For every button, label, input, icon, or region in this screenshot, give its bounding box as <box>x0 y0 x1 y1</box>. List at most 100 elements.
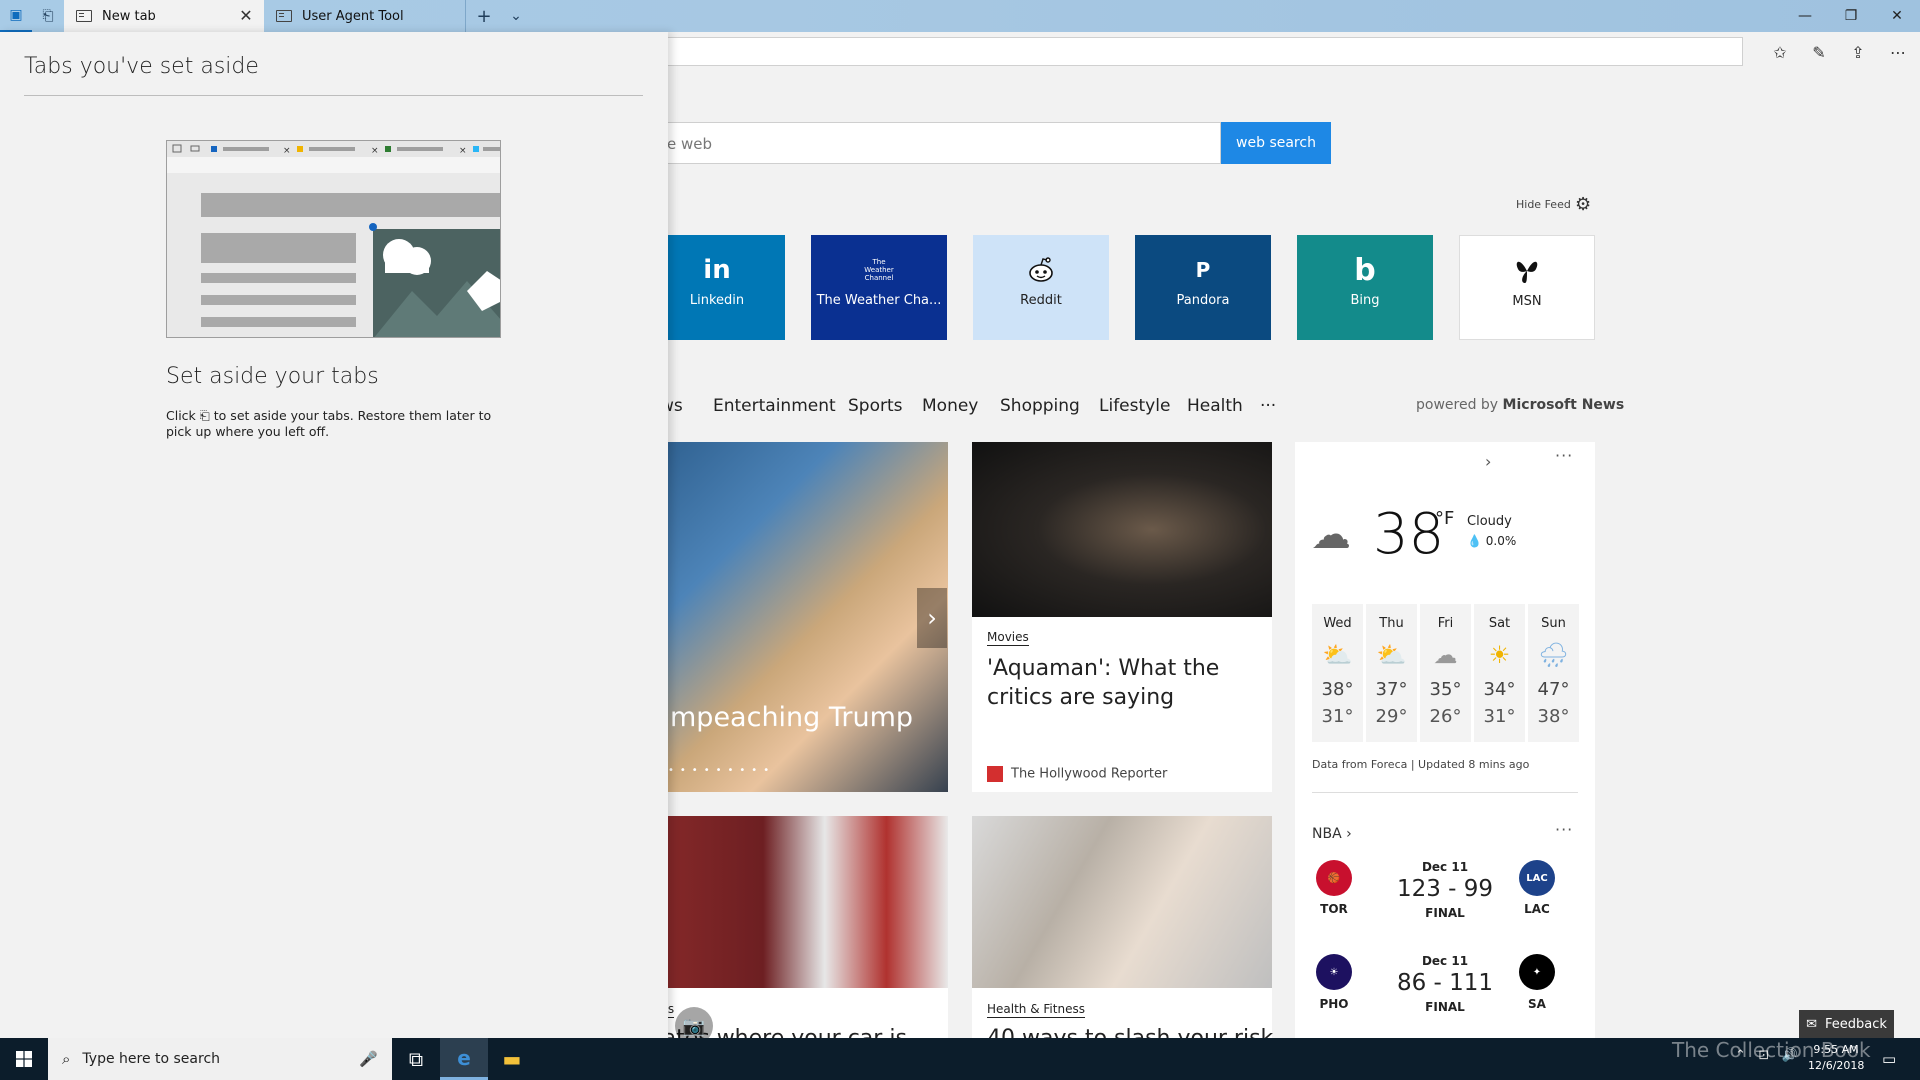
tab-user-agent-tool[interactable]: User Agent Tool <box>264 0 464 32</box>
gear-icon[interactable]: ⚙ <box>1575 194 1591 215</box>
precipitation: 💧 0.0% <box>1467 534 1516 548</box>
day-low: 26° <box>1429 706 1462 727</box>
current-temperature: 38 <box>1373 502 1445 567</box>
day-high: 35° <box>1429 679 1462 700</box>
partly-sunny-icon: ⛅ <box>1322 641 1353 669</box>
set-aside-tabs-icon[interactable]: ⎗ <box>32 0 64 32</box>
hero-carousel[interactable] <box>640 442 948 792</box>
more-options-icon[interactable]: ⋯ <box>1880 36 1916 68</box>
weather-widget: › ··· ☁ 38 °F Cloudy 💧 0.0% Wed ⛅ 38° 31… <box>1295 442 1595 1038</box>
category-health[interactable]: Health <box>1187 396 1243 416</box>
article-card-health[interactable]: Health & Fitness 40 ways to slash your r… <box>972 816 1273 1038</box>
search-placeholder: Type here to search <box>82 1051 221 1067</box>
forecast-day[interactable]: Sat ☀ 34° 31° <box>1474 604 1525 742</box>
svg-text:×: × <box>283 146 291 156</box>
weather-channel-icon: The Weather Channel <box>864 258 894 282</box>
team-abbr: PHO <box>1319 997 1349 1011</box>
pen-notes-icon[interactable]: ✎ <box>1801 36 1837 68</box>
tile-label: Linkedin <box>689 293 745 308</box>
temperature-unit[interactable]: °F <box>1435 508 1454 529</box>
feedback-button[interactable]: ✉ Feedback <box>1799 1010 1894 1038</box>
svg-text:×: × <box>459 146 467 156</box>
article-headline[interactable]: 40 ways to slash your risk <box>987 1024 1273 1038</box>
more-options-icon[interactable]: ··· <box>1555 820 1573 839</box>
tab-page-icon <box>76 10 92 22</box>
more-categories-button[interactable]: ··· <box>1260 396 1276 416</box>
hide-feed-link[interactable]: Hide Feed <box>1516 198 1571 211</box>
taskbar-search-input[interactable]: ⌕ Type here to search 🎤 <box>48 1038 392 1080</box>
feedback-icon: ✉ <box>1806 1016 1817 1032</box>
close-window-button[interactable]: ✕ <box>1874 0 1920 32</box>
nba-label: NBA <box>1312 826 1342 842</box>
weather-source[interactable]: Data from Foreca | Updated 8 mins ago <box>1312 758 1529 771</box>
source-name: The Hollywood Reporter <box>1011 766 1168 782</box>
article-tag[interactable]: Health & Fitness <box>987 1002 1085 1018</box>
category-money[interactable]: Money <box>922 396 978 416</box>
file-explorer-icon[interactable]: ▬ <box>488 1038 536 1080</box>
close-tab-icon[interactable]: ✕ <box>238 8 254 24</box>
microphone-icon[interactable]: 🎤 <box>359 1050 378 1068</box>
tile-weather-channel[interactable]: The Weather Channel The Weather Cha... <box>811 235 947 340</box>
article-headline[interactable]: 'Aquaman': What the critics are saying <box>987 654 1257 712</box>
tabs-aside-icon[interactable]: ▣ <box>0 0 32 32</box>
address-bar[interactable] <box>640 37 1743 66</box>
team-abbr: TOR <box>1320 902 1348 916</box>
category-entertainment[interactable]: Entertainment <box>713 396 836 416</box>
watermark: The Collection Book <box>1672 1038 1871 1062</box>
task-view-icon[interactable]: ⧉ <box>392 1038 440 1080</box>
tile-linkedin[interactable]: in Linkedin <box>649 235 785 340</box>
raptors-logo-icon: 🏀 <box>1316 860 1352 896</box>
category-shopping[interactable]: Shopping <box>1000 396 1080 416</box>
game-score[interactable]: 86 - 111 <box>1385 970 1505 996</box>
pandora-icon: P <box>1195 258 1211 282</box>
nba-link[interactable]: NBA › <box>1312 826 1352 842</box>
carousel-next-icon[interactable]: › <box>917 588 947 648</box>
tile-msn[interactable]: MSN <box>1459 235 1595 340</box>
chevron-right-icon[interactable]: › <box>1485 452 1491 471</box>
forecast-day[interactable]: Sun 🌧 47° 38° <box>1528 604 1579 742</box>
tile-bing[interactable]: b Bing <box>1297 235 1433 340</box>
desc-suffix: to set aside your tabs. Restore them lat… <box>166 408 492 439</box>
action-center-icon[interactable]: ▭ <box>1882 1050 1896 1068</box>
windows-start-icon[interactable] <box>0 1038 48 1080</box>
new-tab-plus-icon[interactable]: + <box>468 0 500 32</box>
tile-reddit[interactable]: Reddit <box>973 235 1109 340</box>
article-tag[interactable]: Movies <box>987 630 1029 646</box>
day-low: 38° <box>1537 706 1570 727</box>
chevron-down-icon[interactable]: ⌄ <box>500 0 532 32</box>
day-name: Wed <box>1323 616 1352 631</box>
more-options-icon[interactable]: ··· <box>1555 446 1573 465</box>
day-high: 34° <box>1483 679 1516 700</box>
carousel-dots[interactable]: ••••••••• <box>668 765 775 776</box>
category-sports[interactable]: Sports <box>848 396 903 416</box>
raindrop-icon: 💧 <box>1467 534 1482 548</box>
category-lifestyle[interactable]: Lifestyle <box>1099 396 1170 416</box>
forecast-day[interactable]: Fri ☁ 35° 26° <box>1420 604 1471 742</box>
panel-title: Tabs you've set aside <box>24 54 259 79</box>
article-card-aquaman[interactable]: Movies 'Aquaman': What the critics are s… <box>972 442 1272 792</box>
game-date: Dec 11 <box>1421 954 1469 968</box>
minimize-button[interactable]: — <box>1782 0 1828 32</box>
forecast-day[interactable]: Thu ⛅ 37° 29° <box>1366 604 1417 742</box>
hero-headline[interactable]: mpeaching Trump <box>670 702 913 733</box>
tab-new-tab[interactable]: New tab ✕ <box>64 0 264 32</box>
edge-browser-icon[interactable]: e <box>440 1038 488 1080</box>
feedback-label: Feedback <box>1824 1016 1887 1032</box>
article-image <box>972 816 1272 988</box>
day-name: Sat <box>1488 616 1511 631</box>
tile-label: Reddit <box>1020 293 1062 308</box>
share-icon[interactable]: ⇪ <box>1840 36 1876 68</box>
forecast-day[interactable]: Wed ⛅ 38° 31° <box>1312 604 1363 742</box>
game-score[interactable]: 123 - 99 <box>1385 876 1505 902</box>
article-card-autos[interactable]: Autos States where your car is <box>640 816 948 1038</box>
team-abbr: SA <box>1528 997 1546 1011</box>
restore-button[interactable]: ❐ <box>1828 0 1874 32</box>
set-aside-heading: Set aside your tabs <box>166 364 379 389</box>
day-low: 31° <box>1483 706 1516 727</box>
web-search-input[interactable]: e web <box>640 122 1221 164</box>
web-search-button[interactable]: web search <box>1221 122 1331 164</box>
bing-icon: b <box>1354 252 1376 288</box>
desc-prefix: Click <box>166 408 196 423</box>
favorites-star-icon[interactable]: ✩ <box>1762 36 1798 68</box>
tile-pandora[interactable]: P Pandora <box>1135 235 1271 340</box>
